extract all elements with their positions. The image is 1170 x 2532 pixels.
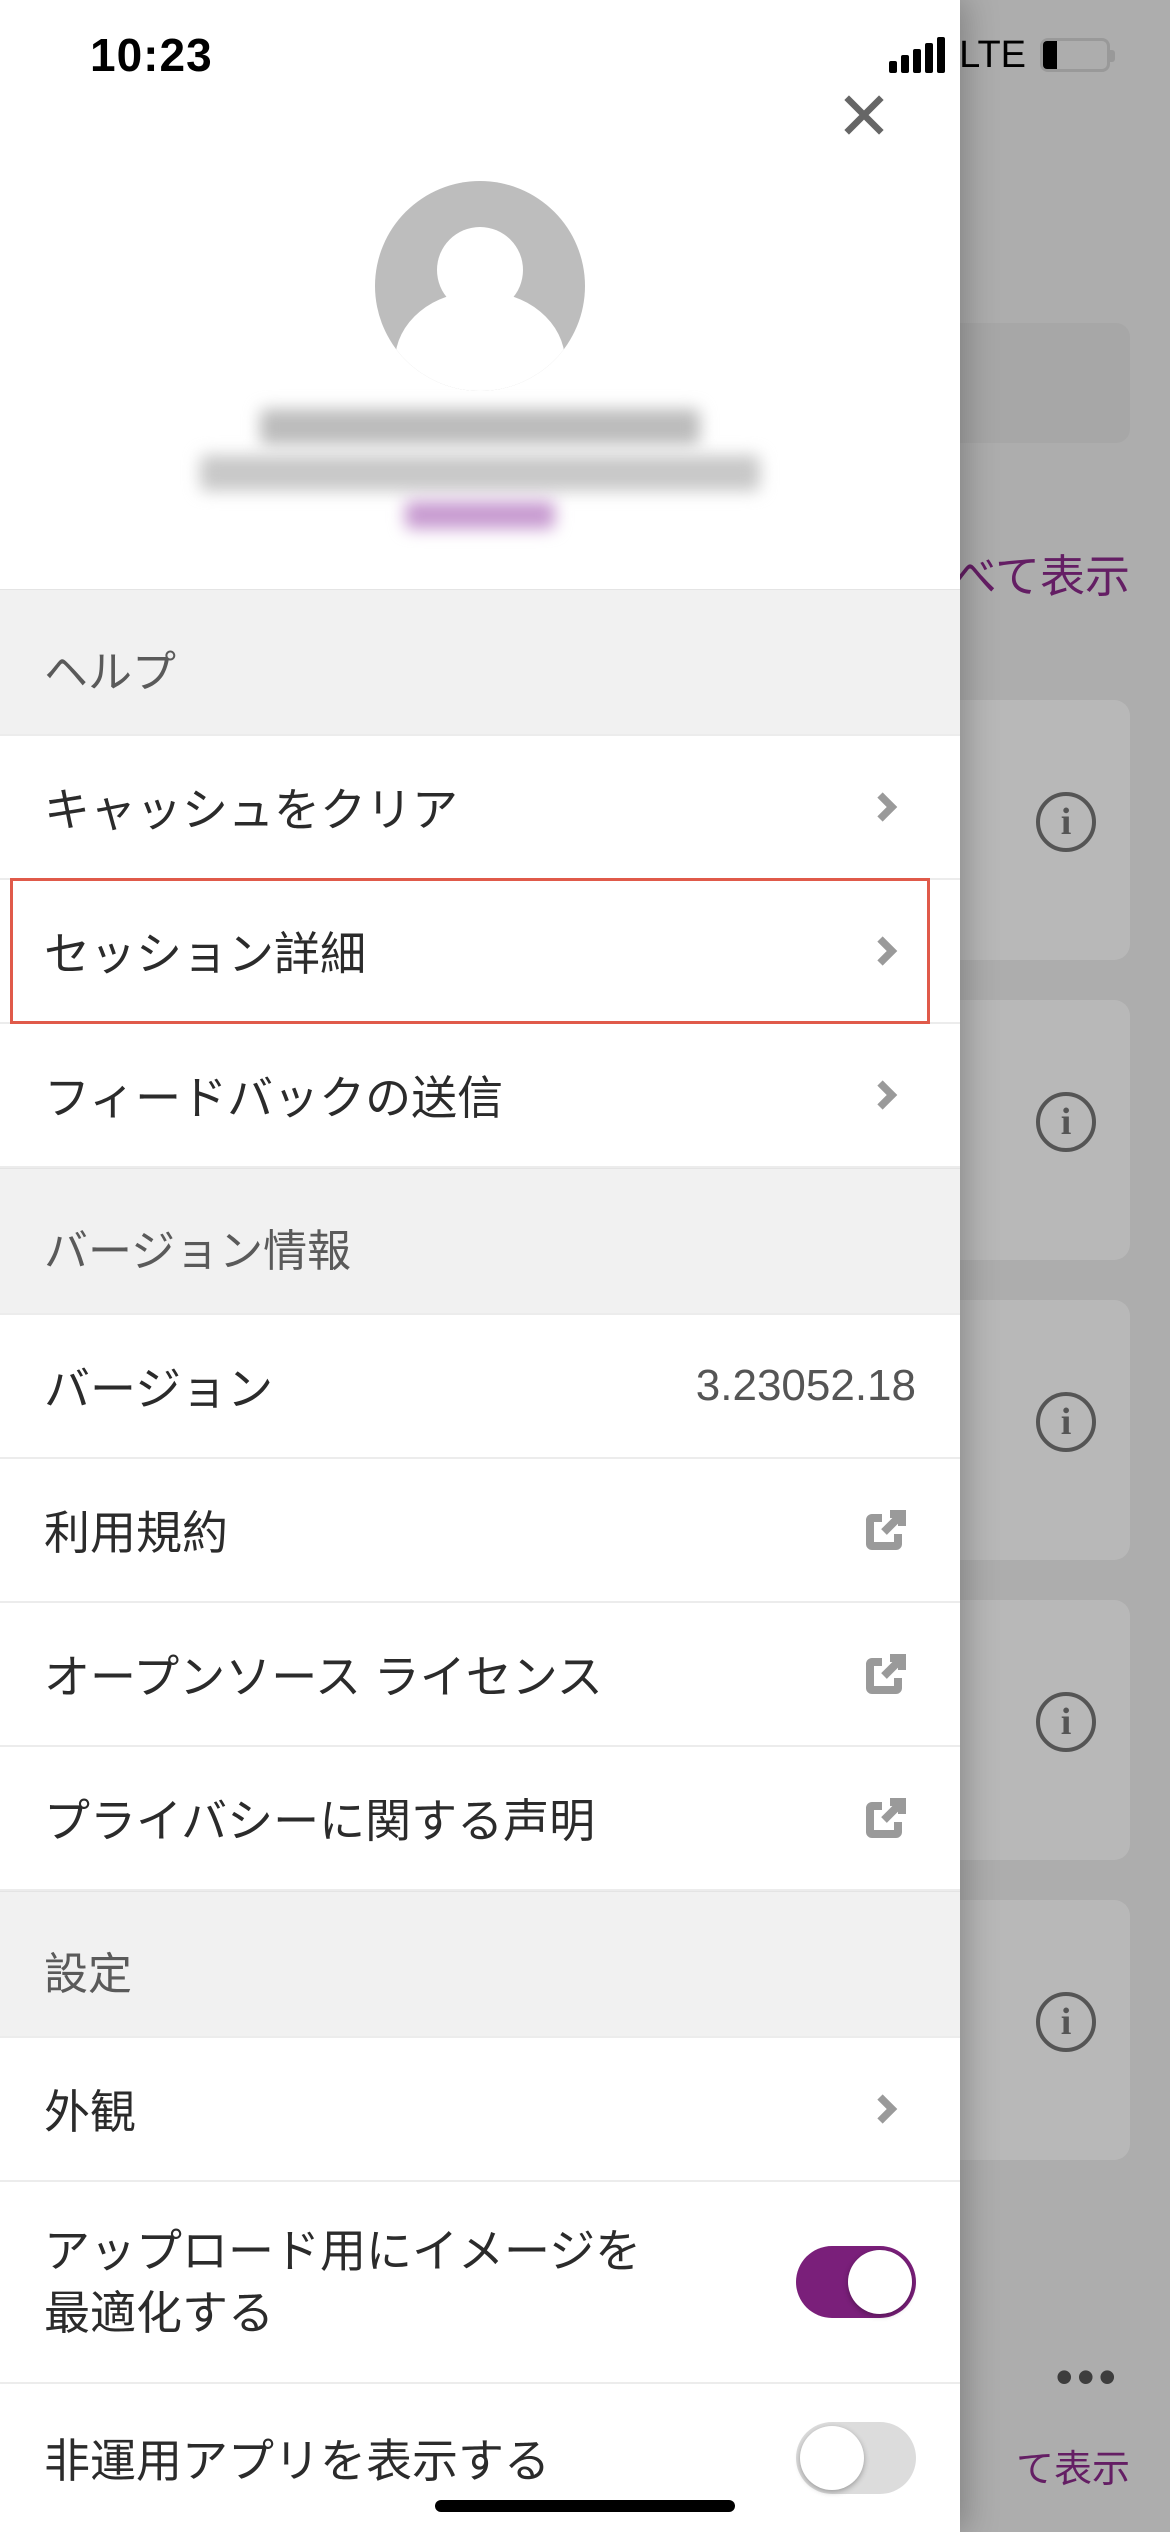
row-label: 外観 <box>44 2076 136 2142</box>
cellular-signal-icon <box>889 37 945 73</box>
profile-block <box>0 151 960 589</box>
row-label: 利用規約 <box>44 1497 228 1563</box>
avatar[interactable] <box>375 181 585 391</box>
external-link-icon <box>856 1506 916 1554</box>
row-label: バージョン <box>44 1353 273 1419</box>
chevron-right-icon <box>856 789 916 825</box>
row-optimize-images[interactable]: アップロード用にイメージを最適化する <box>0 2182 960 2384</box>
section-header-help: ヘルプ <box>0 589 960 734</box>
row-clear-cache[interactable]: キャッシュをクリア <box>0 734 960 880</box>
row-version: バージョン 3.23052.18 <box>0 1313 960 1459</box>
row-label: キャッシュをクリア <box>44 774 458 840</box>
profile-email-redacted <box>200 455 760 491</box>
row-session-details[interactable]: セッション詳細 <box>0 880 960 1024</box>
home-indicator[interactable] <box>435 2500 735 2512</box>
external-link-icon <box>856 1794 916 1842</box>
row-label: 非運用アプリを表示する <box>44 2425 550 2491</box>
row-privacy[interactable]: プライバシーに関する声明 <box>0 1747 960 1891</box>
row-oss-license[interactable]: オープンソース ライセンス <box>0 1603 960 1747</box>
profile-link-redacted <box>405 501 555 529</box>
version-value: 3.23052.18 <box>696 1361 916 1411</box>
section-header-settings: 設定 <box>0 1891 960 2036</box>
status-time: 10:23 <box>90 28 213 82</box>
row-appearance[interactable]: 外観 <box>0 2036 960 2182</box>
row-label: フィードバックの送信 <box>44 1062 503 1128</box>
row-terms[interactable]: 利用規約 <box>0 1459 960 1603</box>
row-send-feedback[interactable]: フィードバックの送信 <box>0 1024 960 1168</box>
toggle-show-nonprod[interactable] <box>796 2422 916 2494</box>
settings-drawer: ヘルプ キャッシュをクリア セッション詳細 フィードバックの送信 バージョン情報… <box>0 0 960 2532</box>
profile-name-redacted <box>260 409 700 445</box>
section-header-version: バージョン情報 <box>0 1168 960 1313</box>
chevron-right-icon <box>856 1077 916 1113</box>
toggle-optimize-images[interactable] <box>796 2246 916 2318</box>
network-label: LTE <box>959 34 1026 77</box>
row-label: プライバシーに関する声明 <box>44 1785 595 1851</box>
battery-icon <box>1040 38 1110 72</box>
row-label: セッション詳細 <box>44 918 366 984</box>
external-link-icon <box>856 1650 916 1698</box>
row-label: オープンソース ライセンス <box>44 1641 603 1707</box>
row-label: アップロード用にイメージを最適化する <box>44 2220 684 2344</box>
chevron-right-icon <box>856 2091 916 2127</box>
chevron-right-icon <box>856 933 916 969</box>
status-bar: 10:23 LTE <box>0 0 1170 110</box>
